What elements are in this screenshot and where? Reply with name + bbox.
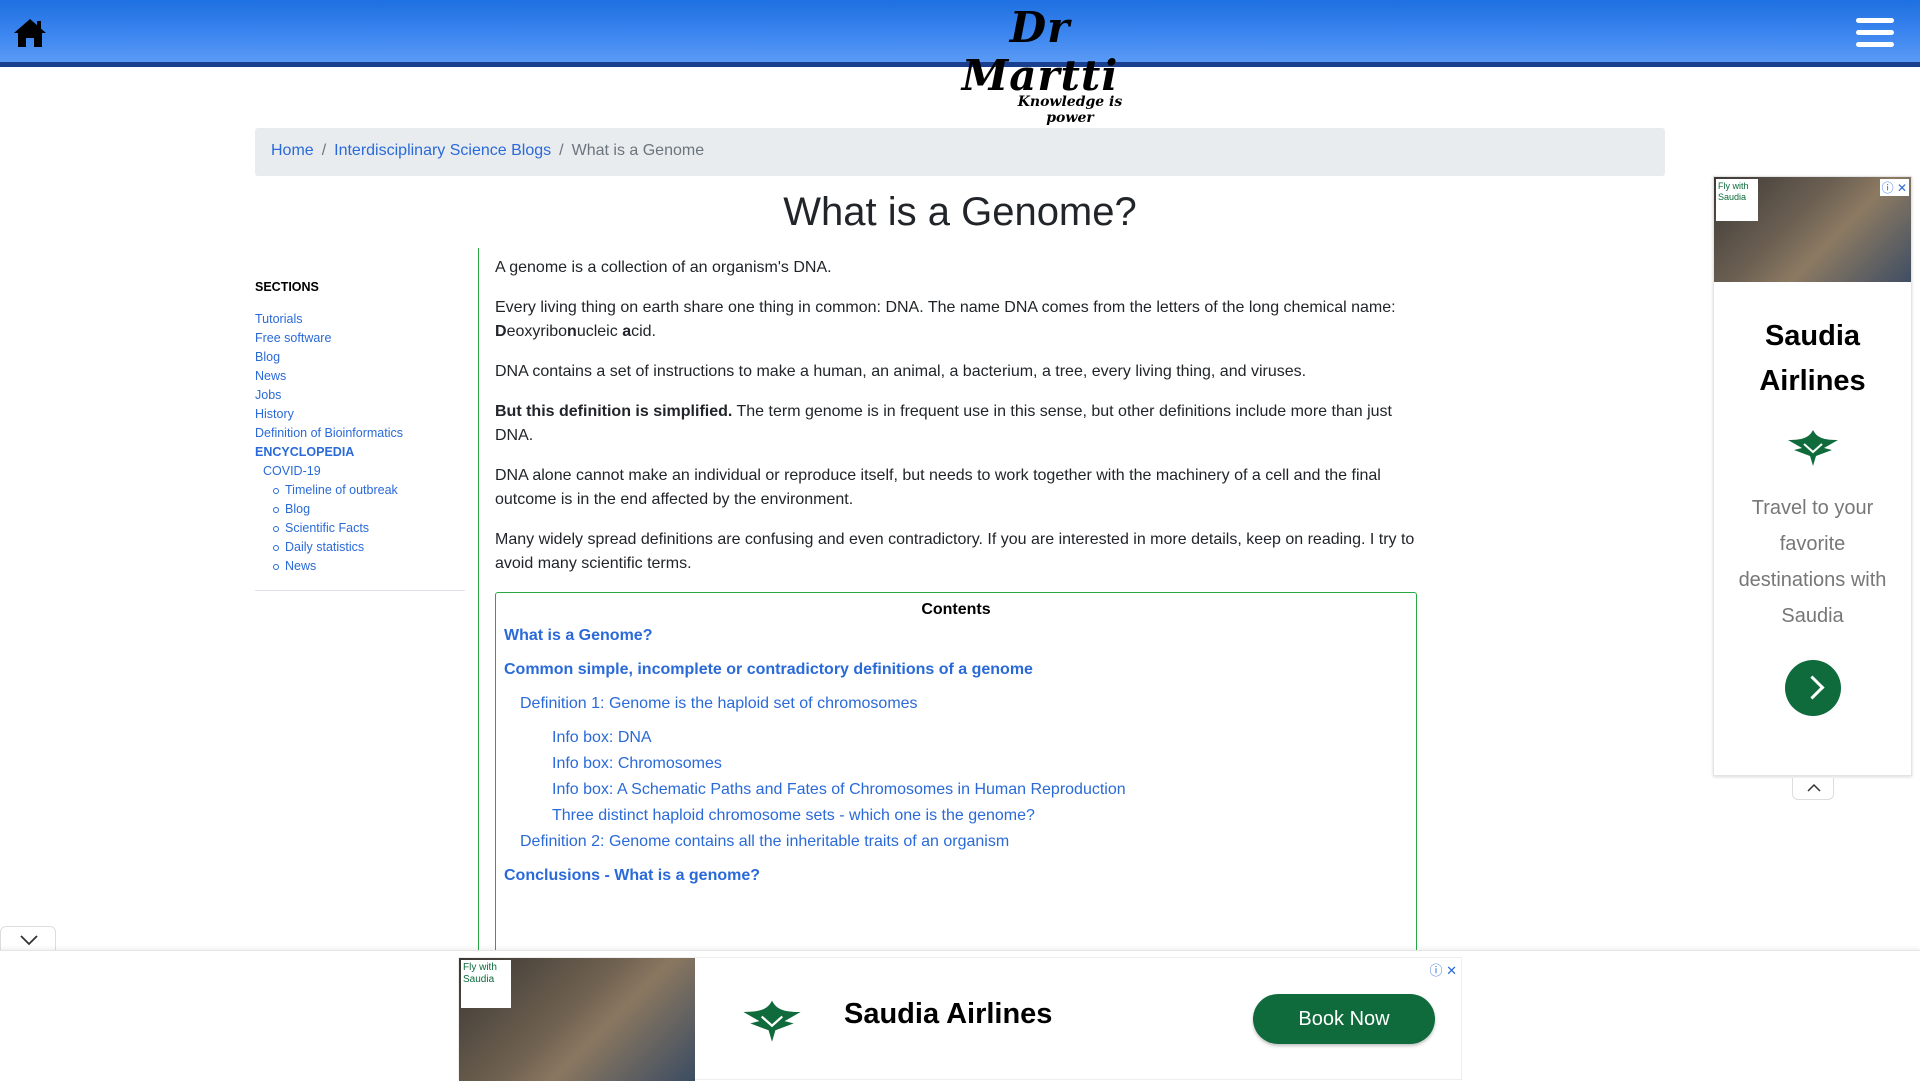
paragraph: DNA alone cannot make an individual or r… bbox=[495, 464, 1420, 512]
sidebar-item-covid[interactable]: COVID-19 bbox=[255, 462, 465, 481]
toc-link-definition-2[interactable]: Definition 2: Genome contains all the in… bbox=[504, 833, 1408, 851]
side-ad-collapse-icon[interactable] bbox=[1792, 778, 1834, 800]
banner-close-icon[interactable]: ⓘ ✕ bbox=[1429, 960, 1457, 979]
paragraph-text: ucleic bbox=[576, 323, 623, 340]
sections-sidebar: SECTIONS Tutorials Free software Blog Ne… bbox=[255, 280, 465, 591]
bottom-ad-collapse-icon[interactable] bbox=[0, 926, 56, 952]
sidebar-item-tutorials[interactable]: Tutorials bbox=[255, 310, 465, 329]
side-advertisement[interactable]: Fly with Saudia ⓘ ✕ Saudia Airlines Trav… bbox=[1713, 176, 1912, 776]
paragraph: Every living thing on earth share one th… bbox=[495, 296, 1420, 344]
bottom-advertisement[interactable]: Fly with Saudia Saudia Airlines Book Now… bbox=[458, 957, 1462, 1081]
sidebar-item-covid-statistics[interactable]: Daily statistics bbox=[255, 538, 465, 557]
banner-tag: Fly with Saudia bbox=[461, 960, 511, 1008]
breadcrumb-home-link[interactable]: Home bbox=[271, 142, 314, 159]
sidebar-item-covid-news[interactable]: News bbox=[255, 557, 465, 576]
toc-link-info-schematic[interactable]: Info box: A Schematic Paths and Fates of… bbox=[504, 781, 1408, 799]
toc-link-three-sets[interactable]: Three distinct haploid chromosome sets -… bbox=[504, 807, 1408, 825]
paragraph-text: cid. bbox=[631, 323, 656, 340]
banner-photo: Fly with Saudia bbox=[459, 958, 695, 1081]
bold-letter: n bbox=[567, 323, 577, 340]
paragraph-text: eoxyribo bbox=[506, 323, 568, 340]
toc-link-definition-1[interactable]: Definition 1: Genome is the haploid set … bbox=[504, 695, 1408, 713]
toc-link-what-is-genome[interactable]: What is a Genome? bbox=[504, 627, 1408, 645]
sidebar-divider bbox=[255, 590, 465, 591]
article-body: A genome is a collection of an organism'… bbox=[495, 256, 1420, 592]
sidebar-item-bioinformatics[interactable]: Definition of Bioinformatics bbox=[255, 424, 465, 443]
paragraph: A genome is a collection of an organism'… bbox=[495, 256, 1420, 280]
page-title: What is a Genome? bbox=[783, 190, 1137, 234]
toc-title: Contents bbox=[921, 601, 991, 618]
ad-tagline: Travel to your favorite destinations wit… bbox=[1738, 497, 1887, 627]
home-icon[interactable] bbox=[12, 17, 48, 49]
sidebar-item-covid-facts[interactable]: Scientific Facts bbox=[255, 519, 465, 538]
paragraph-text: DNA contains a set of instructions to ma… bbox=[495, 363, 1307, 380]
paragraph: DNA contains a set of instructions to ma… bbox=[495, 360, 1420, 384]
paragraph-text: Many widely spread definitions are confu… bbox=[495, 531, 1415, 572]
paragraph-text: DNA alone cannot make an individual or r… bbox=[495, 467, 1381, 508]
sidebar-item-jobs[interactable]: Jobs bbox=[255, 386, 465, 405]
paragraph: Many widely spread definitions are confu… bbox=[495, 528, 1420, 576]
toc-link-info-chromosomes[interactable]: Info box: Chromosomes bbox=[504, 755, 1408, 773]
sidebar-item-free-software[interactable]: Free software bbox=[255, 329, 465, 348]
toc-link-conclusions[interactable]: Conclusions - What is a genome? bbox=[504, 867, 1408, 885]
ad-tag: Fly with Saudia bbox=[1716, 179, 1758, 221]
site-logo[interactable]: Dr Martti Knowledge is power bbox=[940, 4, 1140, 127]
ad-arrow-button[interactable] bbox=[1784, 660, 1841, 716]
toc-link-definitions[interactable]: Common simple, incomplete or contradicto… bbox=[504, 661, 1408, 679]
sidebar-item-encyclopedia[interactable]: ENCYCLOPEDIA bbox=[255, 443, 465, 462]
bold-letter: D bbox=[495, 323, 507, 340]
ad-close-icon[interactable]: ⓘ ✕ bbox=[1879, 179, 1909, 196]
sidebar-item-news[interactable]: News bbox=[255, 367, 465, 386]
book-now-button[interactable]: Book Now bbox=[1253, 994, 1435, 1044]
bold-letter: a bbox=[622, 323, 632, 340]
paragraph: But this definition is simplified. The t… bbox=[495, 400, 1420, 448]
logo-name: Dr Martti bbox=[961, 3, 1119, 100]
hamburger-menu-icon[interactable] bbox=[1856, 18, 1894, 50]
top-navbar: Dr Martti Knowledge is power bbox=[0, 0, 1920, 127]
sidebar-item-covid-timeline[interactable]: Timeline of outbreak bbox=[255, 481, 465, 500]
sidebar-item-covid-blog[interactable]: Blog bbox=[255, 500, 465, 519]
saudia-logo-icon bbox=[1787, 430, 1838, 466]
ad-brand: Saudia Airlines bbox=[1759, 320, 1866, 397]
breadcrumb-section-link[interactable]: Interdisciplinary Science Blogs bbox=[334, 142, 551, 159]
logo-tagline: Knowledge is power bbox=[1017, 94, 1123, 126]
sidebar-item-blog[interactable]: Blog bbox=[255, 348, 465, 367]
bold-text: But this definition is simplified. bbox=[495, 403, 733, 420]
banner-brand: Saudia Airlines bbox=[844, 998, 1053, 1030]
saudia-logo-icon bbox=[743, 1000, 801, 1042]
sidebar-heading: SECTIONS bbox=[255, 280, 319, 294]
paragraph-text: Every living thing on earth share one th… bbox=[495, 299, 1396, 316]
breadcrumb: Home / Interdisciplinary Science Blogs / Wha… bbox=[255, 128, 1665, 176]
paragraph-text: A genome is a collection of an organism'… bbox=[495, 259, 832, 276]
table-of-contents: Contents What is a Genome? Common simple… bbox=[495, 592, 1417, 972]
breadcrumb-current: What is a Genome bbox=[571, 142, 705, 159]
sidebar-item-history[interactable]: History bbox=[255, 405, 465, 424]
toc-link-info-dna[interactable]: Info box: DNA bbox=[504, 729, 1408, 747]
content-divider bbox=[478, 248, 479, 958]
